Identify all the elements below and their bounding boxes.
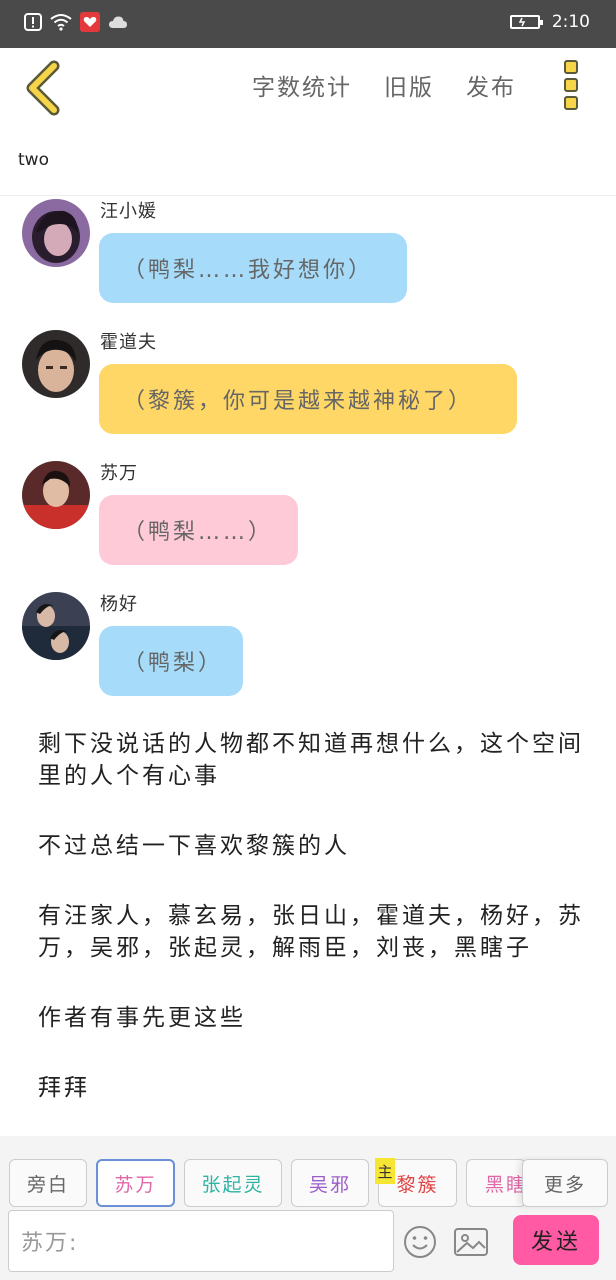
toolbar-links: 字数统计 旧版 发布 [252, 68, 516, 102]
paragraph: 作者有事先更这些 [38, 1005, 246, 1031]
main-character-badge: 主 [375, 1158, 395, 1184]
avatar[interactable] [22, 330, 90, 398]
word-count-link[interactable]: 字数统计 [252, 68, 352, 102]
publish-link[interactable]: 发布 [466, 68, 516, 102]
avatar[interactable] [22, 461, 90, 529]
divider [0, 195, 616, 196]
character-chip-zhangqiling[interactable]: 张起灵 [184, 1159, 282, 1207]
avatar[interactable] [22, 199, 90, 267]
current-speaker-label: 苏万: [21, 1231, 79, 1256]
speaker-name: 霍道夫 [100, 332, 157, 353]
speaker-name: 苏万 [100, 463, 138, 484]
battery-icon [509, 15, 543, 29]
chapter-title[interactable]: two [18, 150, 49, 170]
wifi-icon [50, 14, 72, 31]
message-bubble[interactable]: （鸭梨……我好想你） [99, 233, 407, 303]
speaker-name: 杨好 [100, 594, 138, 615]
message-bubble[interactable]: （鸭梨） [99, 626, 243, 696]
status-bar: 2:10 [0, 0, 616, 48]
alert-icon [24, 13, 42, 31]
status-icons [24, 12, 128, 32]
story-text[interactable]: 剩下没说话的人物都不知道再想什么，这个空间里的人个有心事 不过总结一下喜欢黎簇的… [38, 728, 594, 1142]
cloud-icon [109, 16, 127, 28]
paragraph: 拜拜 [38, 1075, 90, 1101]
paragraph: 有汪家人，慕玄易，张日山，霍道夫，杨好，苏万，吴邪，张起灵，解雨臣，刘丧，黑瞎子 [38, 903, 584, 961]
chevron-left-icon [26, 60, 60, 116]
character-chip-wuxie[interactable]: 吴邪 [291, 1159, 369, 1207]
old-version-link[interactable]: 旧版 [384, 68, 434, 102]
back-button[interactable] [20, 60, 70, 116]
app-notification-icon [80, 12, 100, 32]
message-bubble[interactable]: （鸭梨……） [99, 495, 298, 565]
menu-dot-icon [564, 60, 578, 74]
emoji-button[interactable] [402, 1224, 438, 1260]
avatar[interactable] [22, 592, 90, 660]
character-chip-narrator[interactable]: 旁白 [9, 1159, 87, 1207]
paragraph: 剩下没说话的人物都不知道再想什么，这个空间里的人个有心事 [38, 731, 584, 789]
message-input[interactable]: 苏万: [8, 1210, 394, 1272]
paragraph: 不过总结一下喜欢黎簇的人 [38, 833, 350, 859]
menu-dot-icon [564, 78, 578, 92]
image-icon [454, 1228, 488, 1256]
send-button[interactable]: 发送 [513, 1215, 599, 1265]
more-menu-button[interactable] [564, 60, 582, 110]
speaker-name: 汪小媛 [100, 201, 157, 222]
editor-toolbar: 字数统计 旧版 发布 [0, 48, 616, 128]
status-time: 2:10 [551, 12, 590, 32]
more-characters-button[interactable]: 更多 [522, 1159, 608, 1207]
menu-dot-icon [564, 96, 578, 110]
character-chip-heixia[interactable]: 黑瞎 [466, 1159, 526, 1207]
insert-image-button[interactable] [452, 1224, 490, 1260]
smiley-icon [404, 1226, 436, 1258]
message-bubble[interactable]: （黎簇，你可是越来越神秘了） [99, 364, 517, 434]
character-chip-suwan[interactable]: 苏万 [96, 1159, 175, 1207]
status-right: 2:10 [509, 12, 590, 32]
